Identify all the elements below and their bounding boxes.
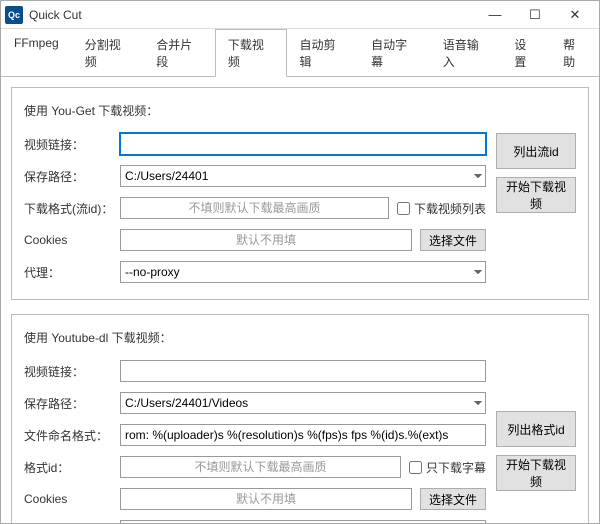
ytdl-heading: 使用 Youtube-dl 下载视频：	[24, 329, 576, 346]
maximize-button[interactable]: ☐	[515, 1, 555, 29]
ytdl-panel: 使用 Youtube-dl 下载视频： 视频链接： 保存路径： C:/Users…	[11, 314, 589, 523]
youget-cookies-label: Cookies	[24, 233, 120, 247]
ytdl-fmtid-input[interactable]	[120, 456, 401, 478]
tab-download[interactable]: 下载视频	[215, 29, 287, 77]
youget-stream-button[interactable]: 列出流id	[496, 133, 576, 169]
tab-autosub[interactable]: 自动字幕	[358, 29, 430, 76]
ytdl-proxy-select[interactable]	[120, 520, 486, 523]
ytdl-sub-checkbox[interactable]: 只下载字幕	[409, 459, 486, 476]
youget-format-input[interactable]	[120, 197, 389, 219]
content-area: 使用 You-Get 下载视频： 视频链接： 保存路径： C:/Users/24…	[1, 77, 599, 523]
youget-heading: 使用 You-Get 下载视频：	[24, 102, 576, 119]
ytdl-cookies-label: Cookies	[24, 492, 120, 506]
ytdl-url-input[interactable]	[120, 360, 486, 382]
ytdl-format-button[interactable]: 列出格式id	[496, 411, 576, 447]
ytdl-cookies-input[interactable]	[120, 488, 412, 510]
app-window: Qc Quick Cut — ☐ ✕ FFmpeg 分割视频 合并片段 下载视频…	[0, 0, 600, 524]
ytdl-fmtid-label: 格式id：	[24, 459, 120, 476]
ytdl-download-button[interactable]: 开始下载视频	[496, 455, 576, 491]
youget-select-file-button[interactable]: 选择文件	[420, 229, 486, 251]
ytdl-select-file-button[interactable]: 选择文件	[420, 488, 486, 510]
tab-split[interactable]: 分割视频	[72, 29, 144, 76]
youget-save-label: 保存路径：	[24, 168, 120, 185]
ytdl-save-select[interactable]: C:/Users/24401/Videos	[120, 392, 486, 414]
tab-merge[interactable]: 合并片段	[143, 29, 215, 76]
youget-download-button[interactable]: 开始下载视频	[496, 177, 576, 213]
youget-cookies-input[interactable]	[120, 229, 412, 251]
close-button[interactable]: ✕	[555, 1, 595, 29]
youget-save-select[interactable]: C:/Users/24401	[120, 165, 486, 187]
minimize-button[interactable]: —	[475, 1, 515, 29]
tab-autocut[interactable]: 自动剪辑	[287, 29, 359, 76]
ytdl-save-label: 保存路径：	[24, 395, 120, 412]
youget-url-input[interactable]	[120, 133, 486, 155]
tab-settings[interactable]: 设置	[501, 29, 550, 76]
youget-url-label: 视频链接：	[24, 136, 120, 153]
tab-bar: FFmpeg 分割视频 合并片段 下载视频 自动剪辑 自动字幕 语音输入 设置 …	[1, 29, 599, 77]
youget-proxy-select[interactable]: --no-proxy	[120, 261, 486, 283]
youget-format-label: 下载格式(流id)：	[24, 200, 120, 217]
tab-voice[interactable]: 语音输入	[430, 29, 502, 76]
window-title: Quick Cut	[29, 8, 475, 22]
youget-list-checkbox[interactable]: 下载视频列表	[397, 200, 486, 217]
ytdl-proxy-label: 代理：	[24, 523, 120, 524]
tab-ffmpeg[interactable]: FFmpeg	[1, 29, 72, 76]
ytdl-url-label: 视频链接：	[24, 363, 120, 380]
youget-panel: 使用 You-Get 下载视频： 视频链接： 保存路径： C:/Users/24…	[11, 87, 589, 300]
tab-help[interactable]: 帮助	[550, 29, 599, 76]
ytdl-name-label: 文件命名格式：	[24, 427, 120, 444]
youget-proxy-label: 代理：	[24, 264, 120, 281]
app-icon: Qc	[5, 6, 23, 24]
titlebar: Qc Quick Cut — ☐ ✕	[1, 1, 599, 29]
ytdl-name-input[interactable]	[120, 424, 486, 446]
